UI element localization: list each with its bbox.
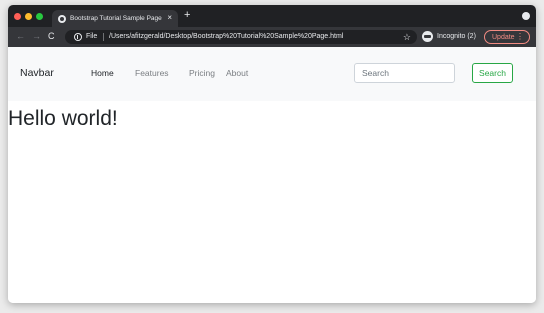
back-arrow-icon[interactable]: ← (16, 31, 25, 42)
reload-icon[interactable]: C (48, 31, 55, 42)
tab-close-icon[interactable]: × (167, 13, 172, 23)
star-icon[interactable]: ☆ (403, 31, 411, 43)
new-tab-icon[interactable]: + (184, 9, 190, 22)
browser-toolbar: ← → C File /Users/afitzgerald/Desktop/Bo… (8, 27, 536, 47)
info-icon[interactable] (74, 33, 82, 41)
minimize-window-button[interactable] (25, 13, 32, 20)
nav-link-about[interactable]: About (226, 68, 248, 79)
page-content: Navbar Home Features Pricing About Searc… (8, 47, 536, 303)
navbar: Navbar Home Features Pricing About Searc… (8, 47, 536, 101)
nav-link-home[interactable]: Home (91, 68, 114, 79)
tab-favicon-icon (58, 15, 66, 23)
navbar-brand[interactable]: Navbar (20, 67, 54, 80)
nav-link-features[interactable]: Features (135, 68, 169, 79)
window-menu-icon[interactable] (522, 12, 530, 20)
address-separator (103, 33, 104, 41)
nav-link-pricing[interactable]: Pricing (189, 68, 215, 79)
browser-window: Bootstrap Tutorial Sample Page × + ← → C… (8, 5, 536, 303)
browser-tab[interactable]: Bootstrap Tutorial Sample Page × (52, 10, 178, 27)
tab-title: Bootstrap Tutorial Sample Page (70, 15, 162, 22)
url-text[interactable]: /Users/afitzgerald/Desktop/Bootstrap%20T… (109, 32, 343, 42)
close-window-button[interactable] (14, 13, 21, 20)
menu-dots-icon: ⋮ (516, 32, 524, 41)
url-scheme-label: File (86, 33, 98, 40)
search-button[interactable]: Search (472, 63, 513, 83)
search-input[interactable] (354, 63, 455, 83)
incognito-icon[interactable] (422, 31, 433, 42)
address-bar[interactable]: File /Users/afitzgerald/Desktop/Bootstra… (65, 30, 417, 44)
title-bar: Bootstrap Tutorial Sample Page × + (8, 5, 536, 27)
maximize-window-button[interactable] (36, 13, 43, 20)
forward-arrow-icon[interactable]: → (32, 31, 41, 42)
incognito-label[interactable]: Incognito (2) (437, 32, 476, 42)
page-heading: Hello world! (8, 107, 118, 130)
update-label: Update (492, 34, 515, 41)
update-button[interactable]: Update ⋮ (484, 30, 530, 44)
